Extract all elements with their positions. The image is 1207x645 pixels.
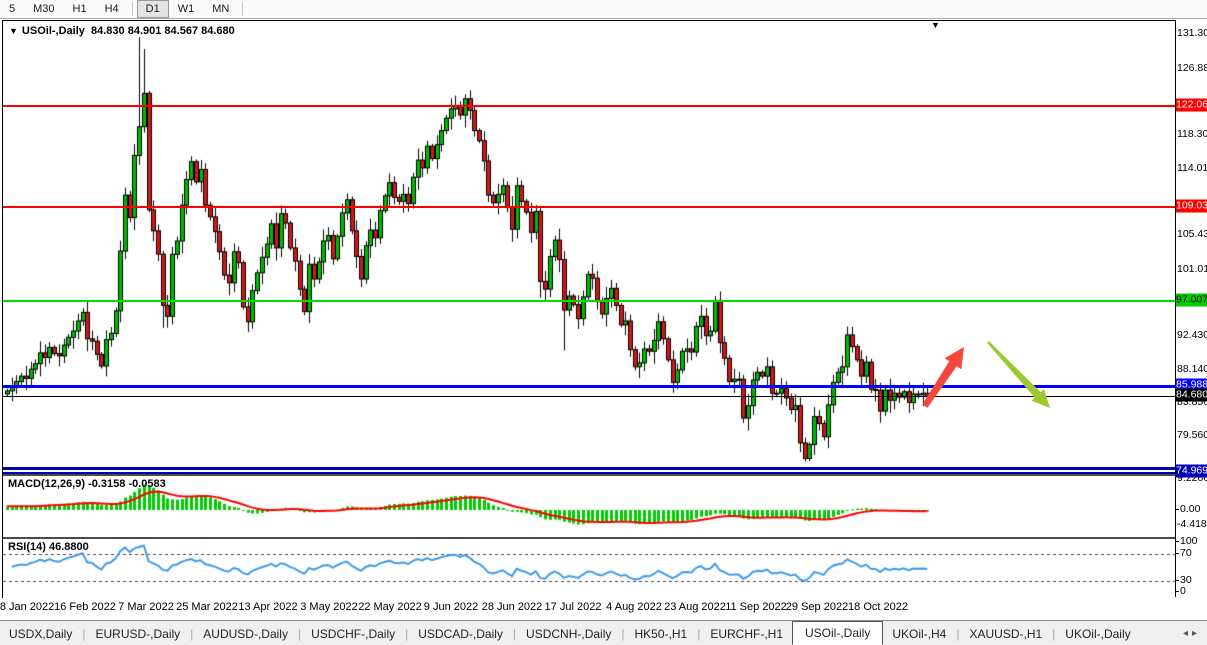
- symbol-dropdown-icon[interactable]: ▼: [9, 26, 18, 36]
- price-level-badge: 109.036: [1176, 200, 1207, 213]
- toolbar-separator: [242, 2, 243, 16]
- rsi-scale-label: 0: [1176, 585, 1207, 597]
- price-level-badge: 84.680: [1176, 389, 1207, 402]
- date-tick-label: 25 Mar 2022: [176, 601, 238, 613]
- price-tick-label: 126.880: [1176, 62, 1207, 74]
- chart-area: ▼ USOil-,Daily 84.830 84.901 84.567 84.68…: [2, 20, 1176, 598]
- price-tick-label: 105.430: [1176, 228, 1207, 240]
- toolbar-separator: [132, 2, 133, 16]
- resistance-2-line[interactable]: [3, 206, 1176, 208]
- macd-label: MACD(12,26,9) -0.3158 -0.0583: [8, 478, 166, 490]
- date-tick-label: 3 May 2022: [300, 601, 357, 613]
- price-tick-label: 92.430: [1176, 329, 1207, 341]
- date-tick-label: 9 Jun 2022: [424, 601, 478, 613]
- date-tick-label: 17 Jul 2022: [545, 601, 602, 613]
- timeframe-button-w1[interactable]: W1: [169, 0, 204, 18]
- price-chart-canvas[interactable]: [3, 21, 1176, 598]
- date-tick-label: 18 Oct 2022: [848, 601, 908, 613]
- date-tick-label: 28 Jun 2022: [482, 601, 543, 613]
- date-tick-label: 11 Sep 2022: [725, 601, 787, 613]
- timeframe-button-h4[interactable]: H4: [96, 0, 128, 18]
- timeframe-button-m30[interactable]: M30: [24, 0, 63, 18]
- timeframe-button-mn[interactable]: MN: [203, 0, 238, 18]
- price-tick-label: 88.140: [1176, 363, 1207, 375]
- chart-tab-ukoil-h4[interactable]: UKOil-,H4: [883, 624, 955, 644]
- date-tick-label: 16 Feb 2022: [54, 601, 116, 613]
- chart-shift-marker-icon: ▼: [931, 21, 940, 30]
- price-tick-label: 131.300: [1176, 27, 1207, 39]
- rsi-label: RSI(14) 46.8800: [8, 541, 89, 553]
- price-axis[interactable]: 131.300 126.880 118.300 114.010 105.430 101.0…: [1175, 20, 1207, 597]
- timeframe-button-d1[interactable]: D1: [137, 0, 169, 18]
- macd-scale-label: 0.00: [1176, 503, 1207, 515]
- price-tick-label: 114.010: [1176, 162, 1207, 174]
- timeframe-toolbar: 5M30H1H4 D1W1MN: [0, 0, 1207, 19]
- tabs-scroll-left-icon[interactable]: ◂: [1183, 628, 1192, 639]
- price-tick-label: 118.300: [1176, 128, 1207, 140]
- chart-tab-usdx-daily[interactable]: USDX,Daily: [0, 624, 81, 644]
- chart-tab-eurchf-h1[interactable]: EURCHF-,H1: [701, 624, 792, 644]
- date-tick-label: 29 Sep 2022: [786, 601, 848, 613]
- price-tick-label: 101.010: [1176, 263, 1207, 275]
- rsi-scale-label: 100: [1176, 535, 1207, 547]
- support-1-line[interactable]: [3, 385, 1176, 388]
- timeframe-button-h1[interactable]: H1: [64, 0, 96, 18]
- tabs-scroll-right-icon[interactable]: ▸: [1192, 628, 1201, 639]
- price-level-badge: 74.969: [1176, 465, 1207, 478]
- macd-scale-label: -4.4188: [1176, 518, 1207, 530]
- trading-platform-window: 5M30H1H4 D1W1MN ▼ USOil-,Daily 84.830 84.9…: [0, 0, 1207, 645]
- resistance-1-line[interactable]: [3, 105, 1176, 107]
- ohlc-values: 84.830 84.901 84.567 84.680: [91, 25, 235, 37]
- price-level-badge: 97.007: [1176, 294, 1207, 307]
- chart-tab-usdchf-daily[interactable]: USDCHF-,Daily: [302, 624, 404, 644]
- chart-tab-bar: USDX,Daily|EURUSD-,Daily|AUDUSD-,Daily|U…: [0, 620, 1207, 645]
- resistance-3-line[interactable]: [3, 300, 1176, 302]
- chart-title: ▼ USOil-,Daily 84.830 84.901 84.567 84.68…: [9, 25, 235, 37]
- time-axis[interactable]: 28 Jan 202216 Feb 20227 Mar 202225 Mar 2…: [0, 598, 1207, 618]
- chart-tab-ukoil-daily[interactable]: UKOil-,Daily: [1056, 624, 1139, 644]
- chart-tab-hk50-h1[interactable]: HK50-,H1: [626, 624, 697, 644]
- date-tick-label: 7 Mar 2022: [118, 601, 174, 613]
- date-tick-label: 22 May 2022: [358, 601, 422, 613]
- chart-tab-eurusd-daily[interactable]: EURUSD-,Daily: [86, 624, 189, 644]
- symbol-name: USOil-,Daily: [22, 25, 85, 37]
- chart-tab-audusd-daily[interactable]: AUDUSD-,Daily: [194, 624, 297, 644]
- date-tick-label: 4 Aug 2022: [606, 601, 662, 613]
- chart-tab-usoil-daily[interactable]: USOil-,Daily: [792, 621, 883, 645]
- current-price-line-line[interactable]: [3, 396, 1176, 397]
- chart-tab-xauusd-h1[interactable]: XAUUSD-,H1: [960, 624, 1051, 644]
- rsi-pane-separator[interactable]: [3, 537, 1176, 539]
- date-tick-label: 23 Aug 2022: [664, 601, 726, 613]
- timeframe-button-5[interactable]: 5: [0, 0, 24, 18]
- rsi-scale-label: 70: [1176, 547, 1207, 559]
- chart-tab-usdcnh-daily[interactable]: USDCNH-,Daily: [517, 624, 620, 644]
- chart-tab-usdcad-daily[interactable]: USDCAD-,Daily: [409, 624, 512, 644]
- price-tick-label: 79.560: [1176, 429, 1207, 441]
- date-tick-label: 13 Apr 2022: [238, 601, 297, 613]
- support-2-line[interactable]: [3, 467, 1176, 470]
- price-level-badge: 122.066: [1176, 99, 1207, 112]
- date-tick-label: 28 Jan 2022: [0, 601, 54, 613]
- macd-pane-separator[interactable]: [3, 474, 1176, 476]
